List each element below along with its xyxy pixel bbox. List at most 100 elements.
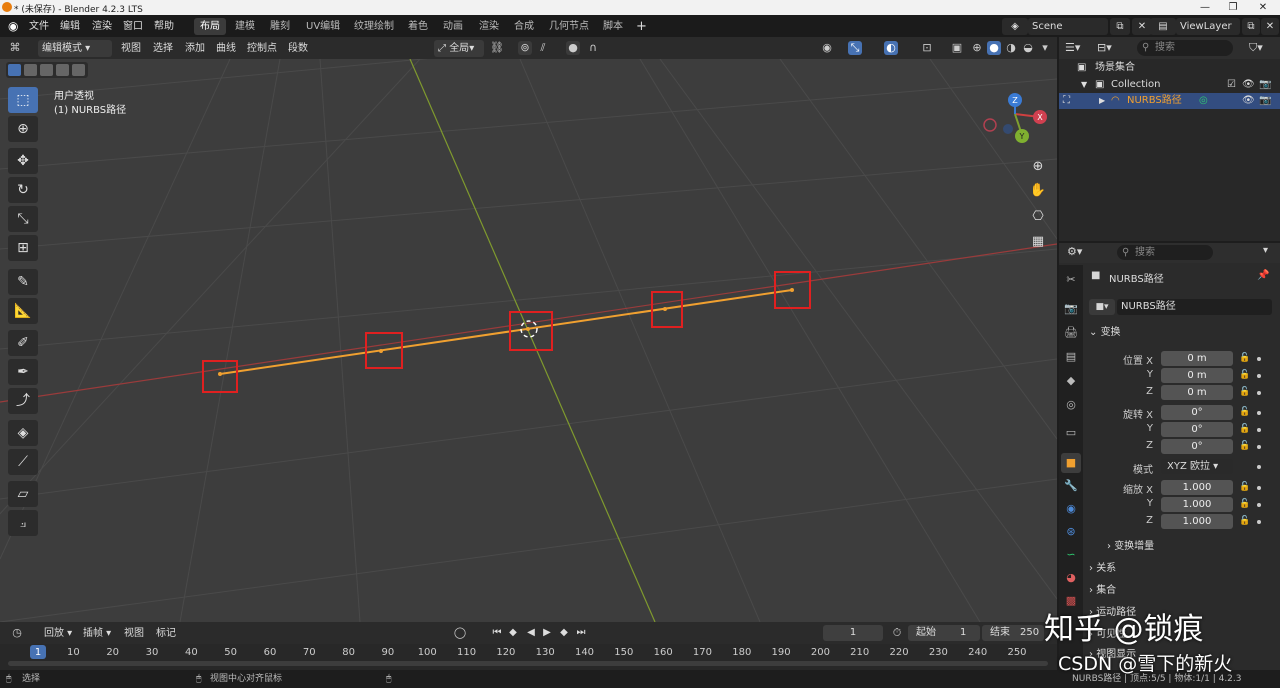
tab-uv-editing[interactable]: UV编辑 [300,18,346,35]
3d-viewport[interactable]: X Y Z 用户透视 (1) NURBS路径 ⊕ ✋ ⎔ ▦ ⬚ ⊕ ✥ ↻ ⤡… [0,59,1057,622]
pen-icon[interactable]: ✒ [8,359,38,385]
keyframe-dot-icon[interactable] [1257,374,1261,378]
eye-icon[interactable]: 👁 [1242,77,1255,93]
outliner-row-collection[interactable]: ▼ ▣ Collection ☑ 👁 📷 [1059,77,1280,93]
move-icon[interactable]: ✥ [8,148,38,174]
lock-icon[interactable]: 🔓 [1239,516,1250,526]
select-new-icon[interactable] [8,64,21,76]
particles-tab-icon[interactable]: ◉ [1061,499,1081,519]
rotation-x-field[interactable]: 0° [1161,405,1233,420]
keyframe-dot-icon[interactable] [1257,465,1261,469]
select-box-icon[interactable]: ⬚ [8,87,38,113]
rotation-y-field[interactable]: 0° [1161,422,1233,437]
material-shading-icon[interactable]: ◑ [1004,41,1018,55]
checkbox-icon[interactable]: ☑ [1227,77,1236,93]
wireframe-shading-icon[interactable]: ⊕ [970,41,984,55]
keyframe-dot-icon[interactable] [1257,445,1261,449]
lock-icon[interactable]: 🔓 [1239,424,1250,434]
clock-icon[interactable]: ⏱ [890,626,904,640]
delta-transform-header[interactable]: › 变换增量 [1107,538,1267,556]
menu-control-point[interactable]: 控制点 [247,41,277,56]
start-frame-field[interactable]: 起始 1 [908,625,980,641]
gizmo-toggle-icon[interactable]: ⤡ [848,41,862,55]
overlay-toggle-icon[interactable]: ◐ [884,41,898,55]
annotate-icon[interactable]: ✎ [8,269,38,295]
view-layer-icon[interactable]: ▤ [1150,18,1176,35]
location-z-field[interactable]: 0 m [1161,385,1233,400]
minimize-button[interactable]: — [1190,0,1220,15]
cursor-icon[interactable]: ⊕ [8,116,38,142]
keyframe-dot-icon[interactable] [1257,520,1261,524]
world-tab-icon[interactable]: ◎ [1061,395,1081,415]
scale-x-field[interactable]: 1.000 [1161,480,1233,495]
collections-panel-header[interactable]: › 集合 [1089,582,1274,600]
tab-geometry-nodes[interactable]: 几何节点 [543,18,595,35]
select-subtract-icon[interactable] [40,64,53,76]
menu-window[interactable]: 窗口 [123,19,143,34]
visibility-icon[interactable]: ◉ [820,41,834,55]
transform-panel-header[interactable]: ⌄ 变换 [1089,324,1274,342]
keyframe-dot-icon[interactable] [1257,503,1261,507]
lock-icon[interactable]: 🔓 [1239,387,1250,397]
rotate-icon[interactable]: ↻ [8,177,38,203]
keying-menu[interactable]: 插帧 ▾ [83,626,111,641]
edit-mode-icon[interactable]: ⛶ [1063,93,1070,109]
delete-view-layer-icon[interactable]: ✕ [1261,18,1279,35]
scale-icon[interactable]: ⤡ [8,206,38,232]
lock-icon[interactable]: 🔓 [1239,441,1250,451]
mode-select[interactable]: 编辑模式 ▾ [38,40,112,57]
location-x-field[interactable]: 0 m [1161,351,1233,366]
mesh-edit-overlay-icon[interactable]: ⊡ [920,41,934,55]
object-tab-icon[interactable]: ■ [1061,453,1081,473]
transform-icon[interactable]: ⊞ [8,235,38,261]
outliner-row-nurbs-path[interactable]: ⛶ ▶ ◠ NURBS路径 ◎ 👁 📷 [1059,93,1280,109]
eye-icon[interactable]: 👁 [1242,93,1255,109]
snap-target-icon[interactable]: ⫽ [536,41,550,55]
menu-help[interactable]: 帮助 [154,19,174,34]
jump-start-icon[interactable]: ⏮ [490,626,504,640]
randomize-icon[interactable]: ⟓ [8,510,38,536]
new-view-layer-icon[interactable]: ⧉ [1242,18,1260,35]
lock-icon[interactable]: 🔓 [1239,407,1250,417]
playback-menu[interactable]: 回放 ▾ [44,626,72,641]
maximize-button[interactable]: ❐ [1218,0,1248,15]
timeline-scrollbar[interactable] [8,661,1048,666]
xray-toggle-icon[interactable]: ▣ [950,41,964,55]
render-tab-icon[interactable]: 📷 [1061,299,1081,319]
new-scene-icon[interactable]: ⧉ [1110,18,1130,35]
editor-type-icon[interactable]: ⌘ [8,41,22,55]
menu-select[interactable]: 选择 [153,41,173,56]
modifier-tab-icon[interactable]: 🔧 [1061,476,1081,496]
pin-icon[interactable]: 📌 [1257,270,1269,281]
add-workspace-icon[interactable]: + [636,19,647,34]
shear-icon[interactable]: ▱ [8,481,38,507]
pivot-icon[interactable]: ⛓ [490,41,504,55]
proportional-edit-icon[interactable]: ● [566,41,580,55]
camera-view-icon[interactable]: ⎔ [1026,205,1050,229]
properties-editor-icon[interactable]: ⚙▾ [1067,245,1082,258]
auto-keying-icon[interactable]: ◯ [453,626,467,640]
object-type-icon[interactable]: ■▾ [1089,299,1115,315]
next-keyframe-icon[interactable]: ◆ [557,626,571,640]
extrude-icon[interactable]: ⤴ [8,388,38,414]
menu-render[interactable]: 渲染 [92,19,112,34]
menu-add[interactable]: 添加 [185,41,205,56]
object-name-field[interactable]: NURBS路径 [1117,299,1272,315]
timeline-editor-icon[interactable]: ◷ [10,626,24,640]
menu-file[interactable]: 文件 [29,19,49,34]
falloff-icon[interactable]: ∩ [586,41,600,55]
outliner-editor-icon[interactable]: ☰▾ [1065,40,1093,56]
keyframe-dot-icon[interactable] [1257,486,1261,490]
chevron-down-icon[interactable]: ▼ [1081,77,1087,93]
menu-edit[interactable]: 编辑 [60,19,80,34]
timeline-area[interactable]: 1 10 20 30 40 50 60 70 80 90 100 110 120 130 140 150 160… [0,644,1057,670]
relations-panel-header[interactable]: › 关系 [1089,560,1274,578]
radius-icon[interactable]: ◈ [8,420,38,446]
blender-menu-icon[interactable]: ◉ [8,19,18,34]
draw-icon[interactable]: ✐ [8,330,38,356]
view-layer-tab-icon[interactable]: ▤ [1061,347,1081,367]
delete-scene-icon[interactable]: ✕ [1132,18,1152,35]
scale-y-field[interactable]: 1.000 [1161,497,1233,512]
select-intersect-icon[interactable] [72,64,85,76]
perspective-toggle-icon[interactable]: ▦ [1026,230,1050,254]
